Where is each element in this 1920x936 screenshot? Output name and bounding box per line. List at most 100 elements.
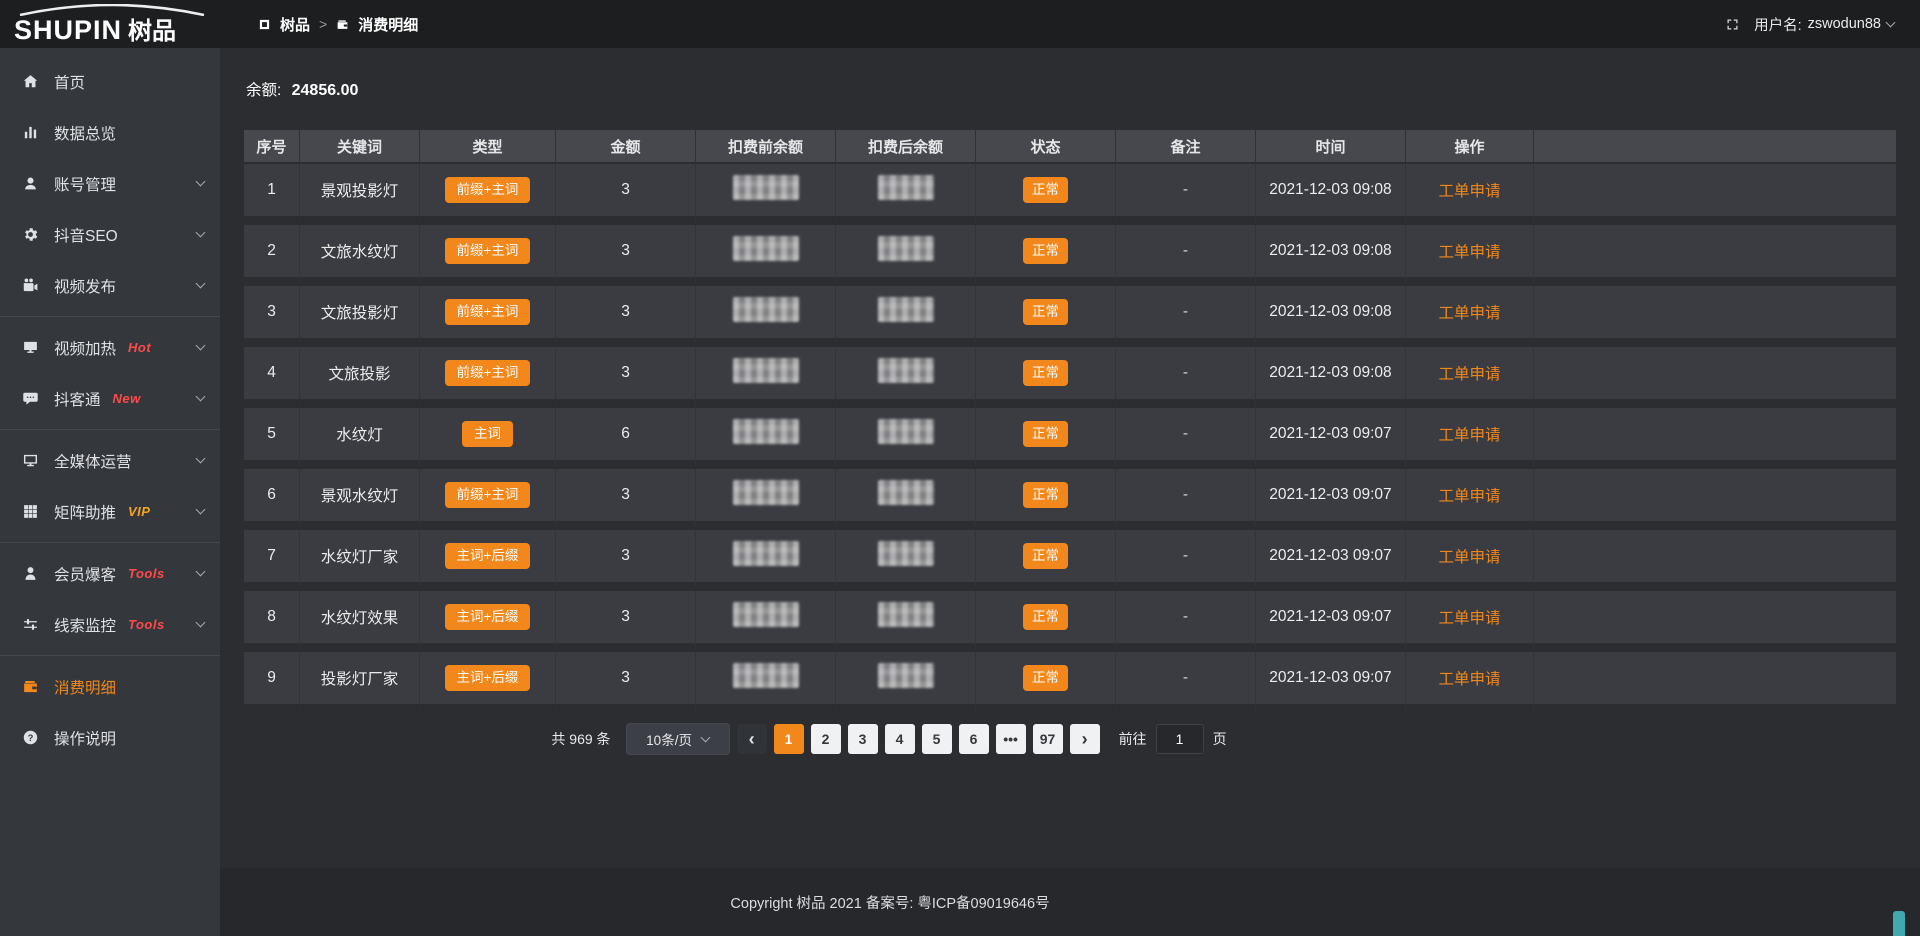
- cell-status: 正常: [976, 347, 1116, 408]
- work-order-link[interactable]: 工单申请: [1438, 671, 1500, 688]
- chevron-down-icon: [196, 341, 206, 351]
- wallet-icon: [22, 678, 39, 695]
- page-button-6[interactable]: 6: [959, 724, 989, 754]
- prev-page-button[interactable]: ‹: [737, 724, 767, 754]
- keyword: 景观投影灯: [321, 183, 399, 200]
- sidebar-item-全媒体运营[interactable]: 全媒体运营: [0, 435, 220, 486]
- sidebar-item-会员爆客[interactable]: 会员爆客Tools: [0, 548, 220, 599]
- cell-time: 2021-12-03 09:08: [1256, 347, 1406, 408]
- status-badge: 正常: [1023, 482, 1068, 508]
- work-order-link[interactable]: 工单申请: [1438, 610, 1500, 627]
- display-icon: [22, 339, 39, 356]
- masked-balance-before: [733, 419, 799, 444]
- sidebar-item-抖客通[interactable]: 抖客通New: [0, 373, 220, 424]
- cell-post-balance: [836, 469, 976, 530]
- sidebar-item-消费明细[interactable]: 消费明细: [0, 661, 220, 712]
- keyword: 水纹灯厂家: [321, 549, 399, 566]
- column-header-filler: [1534, 130, 1896, 164]
- sidebar-item-视频发布[interactable]: 视频发布: [0, 260, 220, 311]
- cell-amount: 6: [556, 408, 696, 469]
- cell-index: 4: [244, 347, 300, 408]
- amount: 3: [621, 547, 630, 564]
- column-header-时间: 时间: [1256, 130, 1406, 164]
- gear-icon: [22, 226, 39, 243]
- sidebar-item-label: 视频发布: [54, 275, 116, 297]
- timestamp: 2021-12-03 09:07: [1269, 669, 1391, 686]
- page-button-2[interactable]: 2: [811, 724, 841, 754]
- masked-balance-before: [733, 297, 799, 322]
- next-page-button[interactable]: ›: [1070, 724, 1100, 754]
- page-buttons: 123456•••97: [774, 724, 1063, 754]
- goto-page-input[interactable]: [1156, 724, 1204, 754]
- remark: -: [1183, 547, 1188, 564]
- cell-remark: -: [1116, 286, 1256, 347]
- pagination: 共 969 条 10条/页 ‹ 123456•••97 › 前往 页: [220, 723, 1558, 755]
- cell-pre-balance: [696, 408, 836, 469]
- cell-index: 9: [244, 652, 300, 713]
- type-badge: 前缀+主词: [445, 177, 531, 203]
- floating-widget-sliver[interactable]: [1893, 911, 1905, 936]
- cell-time: 2021-12-03 09:08: [1256, 225, 1406, 286]
- user-menu[interactable]: 用户名: zswodun88: [1754, 14, 1894, 35]
- cell-filler: [1534, 469, 1896, 530]
- sidebar-item-抖音SEO[interactable]: 抖音SEO: [0, 209, 220, 260]
- column-header-序号: 序号: [244, 130, 300, 164]
- balance-label: 余额:: [246, 82, 281, 99]
- breadcrumb-root[interactable]: 树品: [280, 14, 310, 35]
- page-button-97[interactable]: 97: [1033, 724, 1063, 754]
- table-body: 1景观投影灯前缀+主词3正常-2021-12-03 09:08工单申请2文旅水纹…: [244, 164, 1896, 713]
- work-order-link[interactable]: 工单申请: [1438, 244, 1500, 261]
- remark: -: [1183, 608, 1188, 625]
- timestamp: 2021-12-03 09:08: [1269, 303, 1391, 320]
- work-order-link[interactable]: 工单申请: [1438, 366, 1500, 383]
- work-order-link[interactable]: 工单申请: [1438, 488, 1500, 505]
- sidebar-item-账号管理[interactable]: 账号管理: [0, 158, 220, 209]
- cell-keyword: 景观水纹灯: [300, 469, 420, 530]
- cell-status: 正常: [976, 286, 1116, 347]
- sidebar-item-矩阵助推[interactable]: 矩阵助推VIP: [0, 486, 220, 537]
- cell-keyword: 水纹灯效果: [300, 591, 420, 652]
- remark: -: [1183, 181, 1188, 198]
- cell-filler: [1534, 408, 1896, 469]
- username-label: 用户名:: [1754, 14, 1802, 35]
- work-order-link[interactable]: 工单申请: [1438, 305, 1500, 322]
- sidebar-item-label: 抖音SEO: [54, 224, 118, 246]
- sidebar-item-视频加热[interactable]: 视频加热Hot: [0, 322, 220, 373]
- page-size-select[interactable]: 10条/页: [626, 723, 730, 755]
- work-order-link[interactable]: 工单申请: [1438, 183, 1500, 200]
- page-button-4[interactable]: 4: [885, 724, 915, 754]
- status-badge: 正常: [1023, 360, 1068, 386]
- sidebar-item-操作说明[interactable]: ?操作说明: [0, 712, 220, 763]
- breadcrumb: 树品 > 消费明细: [258, 14, 418, 35]
- cell-time: 2021-12-03 09:07: [1256, 530, 1406, 591]
- cell-filler: [1534, 591, 1896, 652]
- sidebar-item-label: 抖客通: [54, 388, 101, 410]
- table-row: 2文旅水纹灯前缀+主词3正常-2021-12-03 09:08工单申请: [244, 225, 1896, 286]
- amount: 3: [621, 669, 630, 686]
- work-order-link[interactable]: 工单申请: [1438, 427, 1500, 444]
- question-icon: ?: [22, 729, 39, 746]
- sidebar-item-首页[interactable]: 首页: [0, 56, 220, 107]
- sidebar-item-线索监控[interactable]: 线索监控Tools: [0, 599, 220, 650]
- work-order-link[interactable]: 工单申请: [1438, 549, 1500, 566]
- page-ellipsis-button[interactable]: •••: [996, 724, 1026, 754]
- cell-time: 2021-12-03 09:07: [1256, 408, 1406, 469]
- status-badge: 正常: [1023, 421, 1068, 447]
- page-button-3[interactable]: 3: [848, 724, 878, 754]
- page-button-5[interactable]: 5: [922, 724, 952, 754]
- cell-index: 7: [244, 530, 300, 591]
- cell-status: 正常: [976, 652, 1116, 713]
- timestamp: 2021-12-03 09:08: [1269, 364, 1391, 381]
- cell-amount: 3: [556, 652, 696, 713]
- sidebar-item-label: 全媒体运营: [54, 450, 132, 472]
- sidebar-item-数据总览[interactable]: 数据总览: [0, 107, 220, 158]
- cell-pre-balance: [696, 347, 836, 408]
- chevron-down-icon: [196, 567, 206, 577]
- page-button-1[interactable]: 1: [774, 724, 804, 754]
- cell-post-balance: [836, 164, 976, 225]
- dashboard-icon: [258, 18, 271, 31]
- fullscreen-icon[interactable]: [1725, 17, 1740, 32]
- cell-index: 1: [244, 164, 300, 225]
- cell-type: 前缀+主词: [420, 347, 556, 408]
- main-content: 余额: 24856.00 序号关键词类型金额扣费前余额扣费后余额状态备注时间操作…: [220, 48, 1920, 936]
